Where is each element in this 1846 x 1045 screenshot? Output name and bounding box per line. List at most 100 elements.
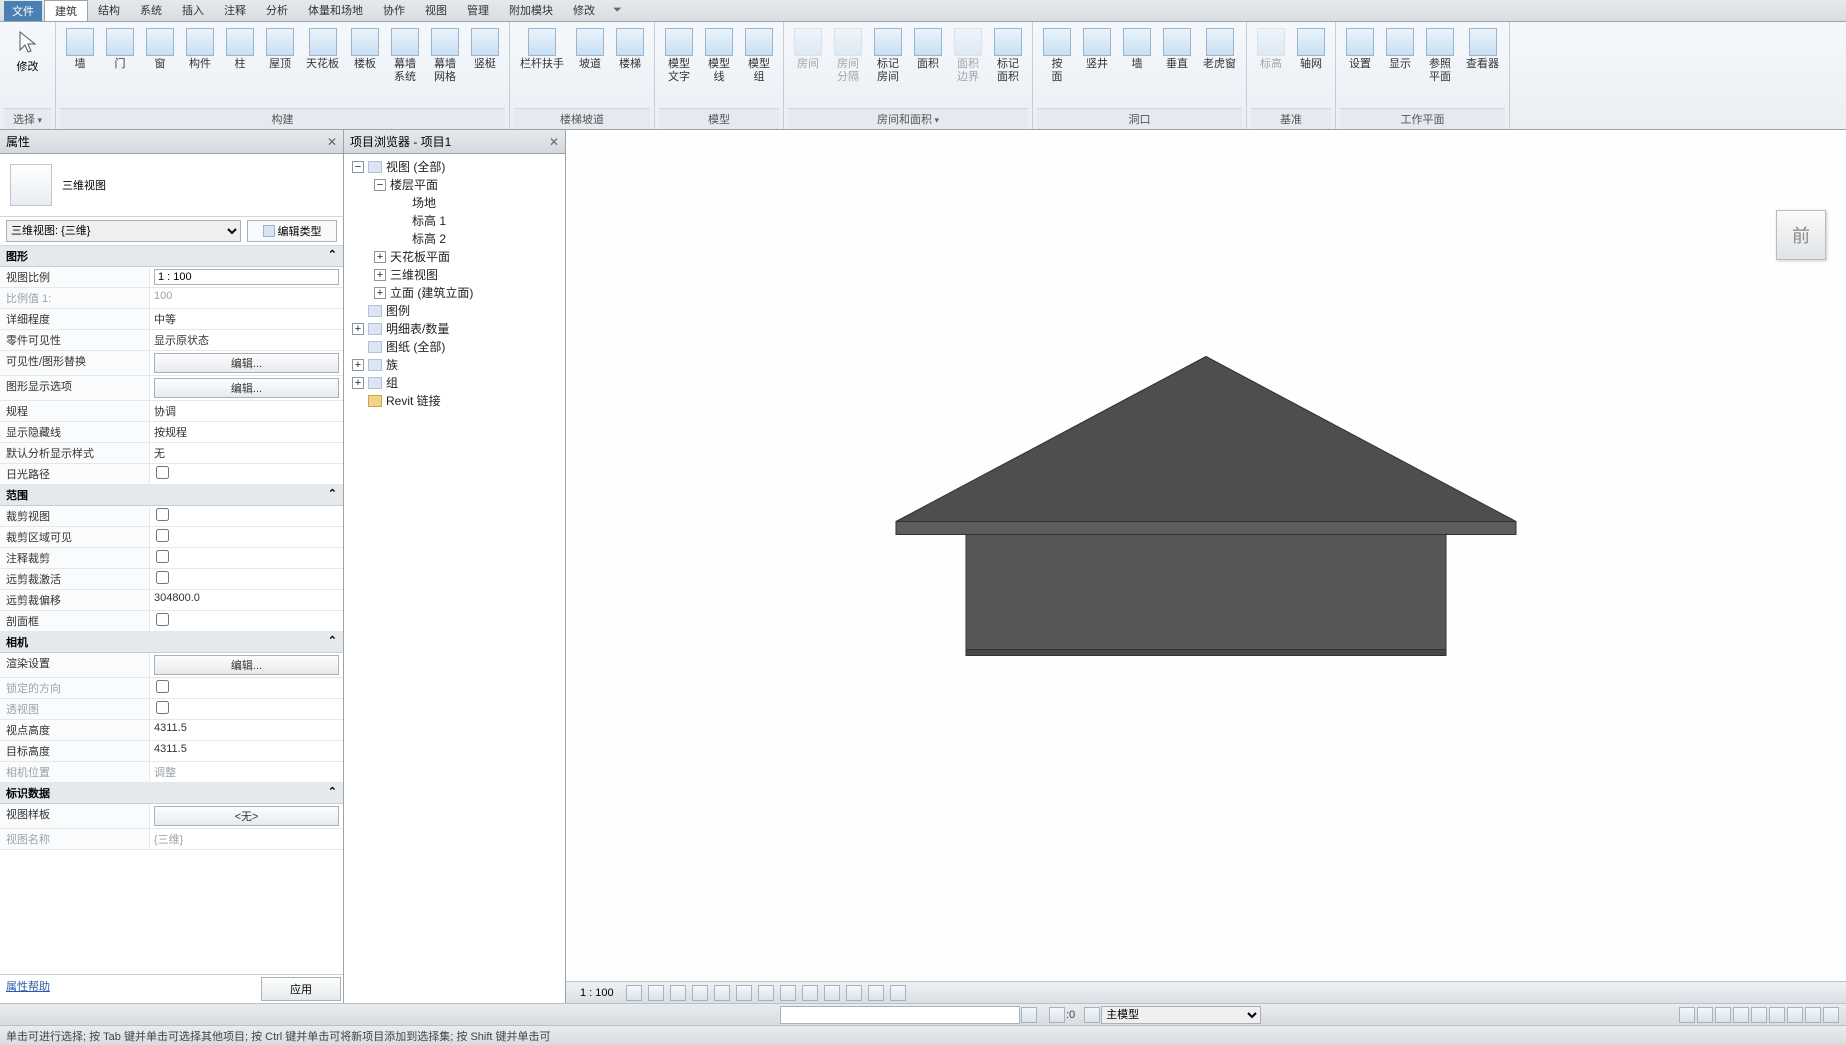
prop-value[interactable]: 调整	[150, 762, 343, 782]
constraints-icon[interactable]	[890, 985, 906, 1001]
menu-tab-体量和场地[interactable]: 体量和场地	[298, 0, 373, 21]
apply-button[interactable]: 应用	[261, 977, 341, 1001]
zero-icon[interactable]	[1049, 1007, 1065, 1023]
ribbon-btn-栏杆扶手[interactable]: 栏杆扶手	[514, 24, 570, 108]
menu-tab-系统[interactable]: 系统	[130, 0, 172, 21]
menu-tab-分析[interactable]: 分析	[256, 0, 298, 21]
tree-node[interactable]: 图例	[346, 302, 563, 320]
viewport-3d[interactable]: 前 1 : 100	[566, 130, 1846, 1003]
sync-icon[interactable]	[1679, 1007, 1695, 1023]
prop-value[interactable]: <无>	[150, 804, 343, 828]
prop-section-identity[interactable]: 标识数据⌃	[0, 783, 343, 804]
filter-funnel-icon[interactable]	[1084, 1007, 1100, 1023]
menu-tab-结构[interactable]: 结构	[88, 0, 130, 21]
prop-value[interactable]	[150, 699, 343, 719]
tree-node[interactable]: 标高 2	[346, 230, 563, 248]
ribbon-btn-显示[interactable]: 显示	[1380, 24, 1420, 108]
menu-tab-视图[interactable]: 视图	[415, 0, 457, 21]
prop-value[interactable]: 无	[150, 443, 343, 463]
rendering-icon[interactable]	[714, 985, 730, 1001]
prop-checkbox[interactable]	[156, 550, 169, 563]
help-dropdown-icon[interactable]: ⏷	[613, 4, 622, 17]
sun-path-icon[interactable]	[670, 985, 686, 1001]
prop-value[interactable]: 304800.0	[150, 590, 343, 610]
prop-checkbox[interactable]	[156, 680, 169, 693]
tree-node[interactable]: 图纸 (全部)	[346, 338, 563, 356]
tree-node[interactable]: +立面 (建筑立面)	[346, 284, 563, 302]
analytical-icon[interactable]	[846, 985, 862, 1001]
modify-button[interactable]: 修改	[4, 58, 51, 74]
prop-edit-button[interactable]: <无>	[154, 806, 339, 826]
prop-value[interactable]: 按规程	[150, 422, 343, 442]
ribbon-btn-楼板[interactable]: 楼板	[345, 24, 385, 108]
ribbon-btn-标记面积[interactable]: 标记 面积	[988, 24, 1028, 108]
file-menu[interactable]: 文件	[4, 1, 42, 21]
prop-value[interactable]: 4311.5	[150, 741, 343, 761]
ribbon-btn-参照平面[interactable]: 参照 平面	[1420, 24, 1460, 108]
tree-node[interactable]: +族	[346, 356, 563, 374]
prop-value[interactable]: 编辑...	[150, 376, 343, 400]
ribbon-btn-窗[interactable]: 窗	[140, 24, 180, 108]
tree-node[interactable]: +组	[346, 374, 563, 392]
instance-selector[interactable]: 三维视图: {三维}	[6, 220, 241, 242]
tree-expand-icon[interactable]: +	[352, 323, 364, 335]
select-panel-label[interactable]: 选择	[4, 108, 51, 129]
prop-checkbox[interactable]	[156, 571, 169, 584]
tree-node[interactable]: +明细表/数量	[346, 320, 563, 338]
shadows-icon[interactable]	[692, 985, 708, 1001]
tree-expand-icon[interactable]: +	[374, 251, 386, 263]
menu-tab-附加模块[interactable]: 附加模块	[499, 0, 563, 21]
tree-expand-icon[interactable]: −	[352, 161, 364, 173]
ribbon-btn-标记房间[interactable]: 标记 房间	[868, 24, 908, 108]
ribbon-btn-门[interactable]: 门	[100, 24, 140, 108]
ribbon-btn-楼梯[interactable]: 楼梯	[610, 24, 650, 108]
ribbon-btn-柱[interactable]: 柱	[220, 24, 260, 108]
prop-value[interactable]: 协调	[150, 401, 343, 421]
tree-node[interactable]: Revit 链接	[346, 392, 563, 410]
prop-edit-button[interactable]: 编辑...	[154, 655, 339, 675]
close-icon[interactable]: ✕	[549, 135, 559, 149]
ribbon-btn-查看器[interactable]: 查看器	[1460, 24, 1505, 108]
link-icon[interactable]	[1715, 1007, 1731, 1023]
ribbon-group-label[interactable]: 房间和面积	[788, 108, 1028, 129]
select-face-icon[interactable]	[1787, 1007, 1803, 1023]
ribbon-btn-幕墙系统[interactable]: 幕墙 系统	[385, 24, 425, 108]
prop-checkbox[interactable]	[156, 466, 169, 479]
tree-node[interactable]: 场地	[346, 194, 563, 212]
prop-value[interactable]: 编辑...	[150, 653, 343, 677]
edit-type-button[interactable]: 编辑类型	[247, 220, 337, 242]
tree-node[interactable]: +三维视图	[346, 266, 563, 284]
prop-section-camera[interactable]: 相机⌃	[0, 632, 343, 653]
model-view[interactable]	[566, 130, 1846, 1003]
ribbon-btn-竖梃[interactable]: 竖梃	[465, 24, 505, 108]
ribbon-btn-构件[interactable]: 构件	[180, 24, 220, 108]
tree-expand-icon[interactable]: +	[374, 287, 386, 299]
prop-value[interactable]	[150, 267, 343, 287]
tree-node[interactable]: 标高 1	[346, 212, 563, 230]
ribbon-btn-模型线[interactable]: 模型 线	[699, 24, 739, 108]
viewcube[interactable]: 前	[1776, 210, 1826, 260]
prop-edit-button[interactable]: 编辑...	[154, 353, 339, 373]
temp-hide-icon[interactable]	[802, 985, 818, 1001]
crop-view-icon[interactable]	[736, 985, 752, 1001]
ribbon-btn-墙[interactable]: 墙	[1117, 24, 1157, 108]
drag-elements-icon[interactable]	[1805, 1007, 1821, 1023]
menu-tab-管理[interactable]: 管理	[457, 0, 499, 21]
prop-section-extent[interactable]: 范围⌃	[0, 485, 343, 506]
menu-tab-修改[interactable]: 修改	[563, 0, 605, 21]
tree-expand-icon[interactable]: −	[374, 179, 386, 191]
tree-node[interactable]: −楼层平面	[346, 176, 563, 194]
prop-value[interactable]	[150, 611, 343, 631]
menu-tab-协作[interactable]: 协作	[373, 0, 415, 21]
tree-expand-icon[interactable]: +	[352, 359, 364, 371]
detail-level-icon[interactable]	[626, 985, 642, 1001]
crop-region-icon[interactable]	[758, 985, 774, 1001]
tree-expand-icon[interactable]: +	[352, 377, 364, 389]
ribbon-btn-墙[interactable]: 墙	[60, 24, 100, 108]
reveal-hidden-icon[interactable]	[824, 985, 840, 1001]
close-icon[interactable]: ✕	[327, 135, 337, 149]
menu-tab-注释[interactable]: 注释	[214, 0, 256, 21]
ribbon-btn-模型组[interactable]: 模型 组	[739, 24, 779, 108]
prop-value[interactable]: {三维}	[150, 829, 343, 849]
ribbon-btn-竖井[interactable]: 竖井	[1077, 24, 1117, 108]
